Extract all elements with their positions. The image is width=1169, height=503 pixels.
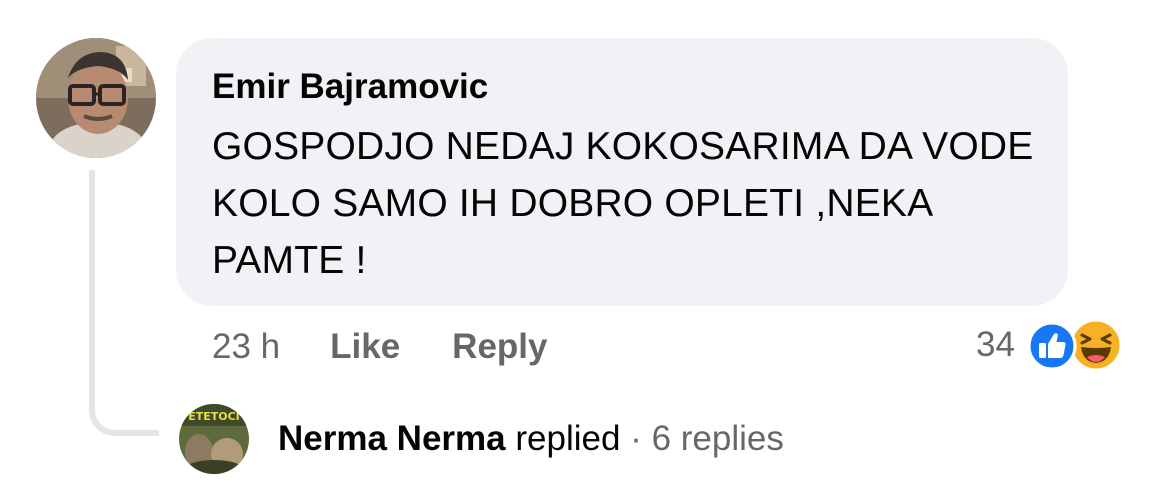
- reactions-summary[interactable]: 34: [976, 318, 1127, 372]
- comment-bubble: Emir Bajramovic GOSPODJO NEDAJ KOKOSARIM…: [176, 38, 1068, 306]
- profile-photo-icon: ETETOCI: [179, 404, 249, 474]
- reply-button[interactable]: Reply: [452, 327, 547, 367]
- svg-text:ETETOCI: ETETOCI: [188, 410, 240, 423]
- comment-thread: Emir Bajramovic GOSPODJO NEDAJ KOKOSARIM…: [0, 0, 1169, 503]
- reaction-icons: [1027, 318, 1127, 372]
- reaction-count: 34: [976, 325, 1015, 364]
- haha-icon: [1069, 318, 1123, 372]
- like-button[interactable]: Like: [330, 327, 400, 367]
- like-icon: [1027, 321, 1077, 371]
- replier-avatar[interactable]: ETETOCI: [179, 404, 249, 474]
- profile-photo-icon: [36, 38, 156, 158]
- comment-author[interactable]: Emir Bajramovic: [212, 66, 1038, 108]
- replier-name: Nerma Nerma: [278, 419, 506, 458]
- replied-label: replied: [515, 419, 621, 458]
- thread-connector-line: [89, 170, 159, 436]
- commenter-avatar[interactable]: [36, 38, 156, 158]
- view-replies-link[interactable]: Nerma Nerma replied · 6 replies: [278, 416, 784, 462]
- separator-dot: ·: [630, 419, 642, 458]
- reply-count: 6 replies: [651, 419, 784, 458]
- comment-text: GOSPODJO NEDAJ KOKOSARIMA DA VODE KOLO S…: [212, 125, 1034, 282]
- comment-actions: 23 h Like Reply: [212, 322, 599, 372]
- comment-timestamp[interactable]: 23 h: [212, 327, 280, 367]
